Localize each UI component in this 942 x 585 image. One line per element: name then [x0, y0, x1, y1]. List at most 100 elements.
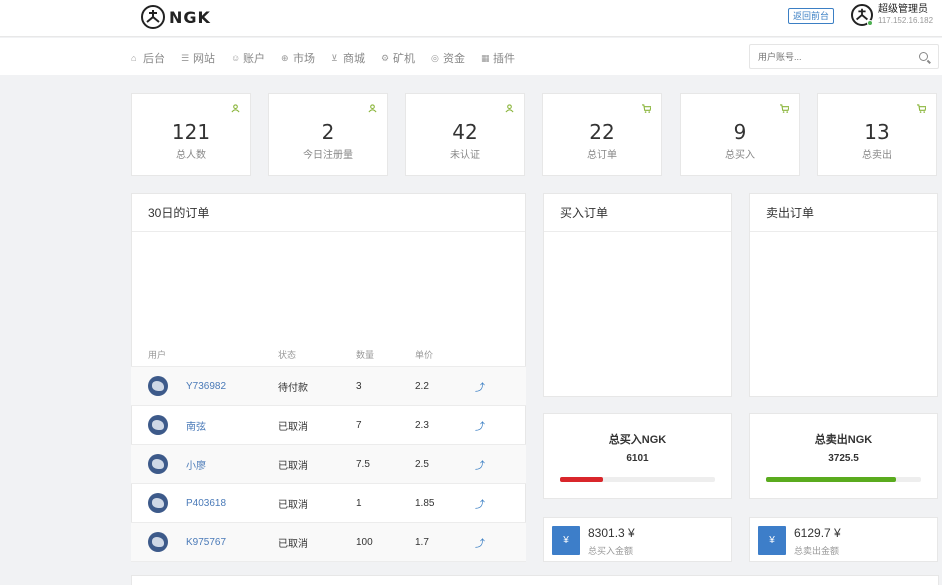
user-icon: [368, 104, 377, 113]
sell-amount-card: ¥ 6129.7 ¥ 总卖出金额: [749, 517, 938, 562]
column-header-quantity: 数量: [356, 350, 375, 360]
nav-item-accounts[interactable]: ☺ 账户: [231, 50, 265, 66]
stat-value: 22: [589, 120, 615, 144]
admin-ip: 117.152.16.182: [878, 16, 934, 25]
table-row: K975767 已取消 100 1.7 ⤴: [131, 523, 526, 562]
quantity-cell: 100: [356, 536, 373, 548]
online-status-icon: [867, 20, 873, 26]
panel-title: 买入订单: [544, 194, 731, 232]
table-row: 南弦 已取消 7 2.3 ⤴: [131, 406, 526, 445]
price-cell: 2.3: [415, 419, 429, 431]
top-header: NGK 返回前台 超级管理员 117.152.16.182: [0, 0, 942, 37]
yen-icon: ¥: [552, 526, 580, 555]
avatar: [148, 454, 168, 474]
progress-fill: [560, 477, 604, 482]
avatar: [148, 376, 168, 396]
stat-label: 总订单: [587, 150, 617, 161]
logo[interactable]: NGK: [141, 5, 211, 29]
avatar: [148, 532, 168, 552]
price-cell: 1.85: [415, 497, 435, 509]
cart-icon: ⊻: [331, 52, 338, 63]
stat-card-total-sell: 13 总卖出: [817, 93, 937, 176]
home-icon: ⌂: [131, 52, 137, 63]
status-cell: 已取消: [278, 421, 308, 433]
logo-text: NGK: [169, 7, 211, 27]
amount-value: 6129.7 ¥: [794, 526, 841, 540]
back-to-frontend-button[interactable]: 返回前台: [788, 8, 835, 24]
total-title: 总卖出NGK: [814, 434, 873, 446]
buy-orders-panel: 买入订单: [543, 193, 732, 397]
nav-item-backend[interactable]: ⌂ 后台: [131, 50, 165, 66]
user-link[interactable]: 小廖: [186, 457, 206, 472]
total-value: 6101: [626, 453, 649, 464]
panel-title: 卖出订单: [750, 194, 937, 232]
buy-amount-card: ¥ 8301.3 ¥ 总买入金额: [543, 517, 732, 562]
user-icon: [231, 104, 240, 113]
status-cell: 已取消: [278, 538, 308, 550]
nav-item-market[interactable]: ⊕ 市场: [281, 50, 315, 66]
list-icon: ☰: [181, 52, 190, 63]
total-value: 3725.5: [828, 453, 859, 464]
nav-item-funds[interactable]: ◎ 资金: [431, 50, 465, 66]
stat-label: 未认证: [450, 150, 480, 161]
panel-title: 30日的订单: [132, 194, 525, 232]
total-title: 总买入NGK: [608, 434, 667, 446]
stat-card-total-buy: 9 总买入: [680, 93, 800, 176]
status-cell: 待付款: [278, 382, 308, 394]
cart-icon: [917, 104, 926, 113]
main-nav: ⌂ 后台 ☰ 网站 ☺ 账户 ⊕ 市场 ⊻ 商城 ⚙ 矿机 ◎ 资金 ▦ 插件: [0, 38, 942, 75]
user-link[interactable]: Y736982: [186, 381, 226, 392]
user-link[interactable]: P403618: [186, 498, 226, 509]
stat-value: 121: [171, 120, 211, 144]
search-icon[interactable]: [919, 52, 928, 61]
stat-label: 总卖出: [862, 150, 892, 161]
column-header-status: 状态: [278, 350, 297, 360]
stat-label: 总人数: [176, 150, 206, 161]
stat-card-today-registrations: 2 今日注册量: [268, 93, 388, 176]
progress-bar: [766, 477, 921, 482]
user-icon: [505, 104, 514, 113]
search-input[interactable]: [750, 45, 910, 68]
open-order-icon[interactable]: ⤴: [475, 496, 515, 511]
stat-card-total-users: 121 总人数: [131, 93, 251, 176]
users-icon: ☺: [231, 52, 241, 63]
stat-label: 今日注册量: [303, 150, 353, 161]
progress-bar: [560, 477, 715, 482]
price-cell: 2.2: [415, 380, 429, 392]
user-link[interactable]: K975767: [186, 537, 226, 548]
column-header-user: 用户: [148, 350, 167, 360]
nav-item-mall[interactable]: ⊻ 商城: [331, 50, 365, 66]
quantity-cell: 3: [356, 380, 362, 392]
orders-table: 用户 状态 数量 单价 Y736982 待付款 3 2.2 ⤴ 南弦 已取消 7…: [131, 343, 526, 562]
open-order-icon[interactable]: ⤴: [475, 457, 515, 472]
stat-card-unverified: 42 未认证: [405, 93, 525, 176]
logo-icon: [141, 5, 165, 29]
stat-value: 13: [864, 120, 890, 144]
amount-label: 总卖出金额: [794, 546, 840, 556]
avatar: [148, 493, 168, 513]
admin-profile[interactable]: 超级管理员 117.152.16.182: [851, 4, 933, 26]
open-order-icon[interactable]: ⤴: [475, 535, 515, 550]
grid-icon: ▦: [481, 52, 490, 63]
user-link[interactable]: 南弦: [186, 418, 206, 433]
stat-value: 42: [452, 120, 478, 144]
stat-value: 2: [321, 120, 335, 144]
open-order-icon[interactable]: ⤴: [475, 418, 515, 433]
total-buy-card: 总买入NGK 6101: [543, 413, 732, 499]
nav-item-plugins[interactable]: ▦ 插件: [481, 50, 515, 66]
table-row: P403618 已取消 1 1.85 ⤴: [131, 484, 526, 523]
amount-label: 总买入金额: [588, 546, 634, 556]
status-cell: 已取消: [278, 499, 308, 511]
sell-orders-panel: 卖出订单: [749, 193, 938, 397]
stat-value: 9: [733, 120, 747, 144]
bottom-panel-edge: [131, 575, 939, 585]
price-cell: 2.5: [415, 458, 429, 470]
globe-icon: ⊕: [281, 52, 289, 63]
nav-item-website[interactable]: ☰ 网站: [181, 50, 215, 66]
progress-fill: [766, 477, 897, 482]
cart-icon: [780, 104, 789, 113]
open-order-icon[interactable]: ⤴: [475, 379, 515, 394]
coin-icon: ◎: [431, 52, 439, 63]
nav-item-miner[interactable]: ⚙ 矿机: [381, 50, 415, 66]
cart-icon: [642, 104, 651, 113]
